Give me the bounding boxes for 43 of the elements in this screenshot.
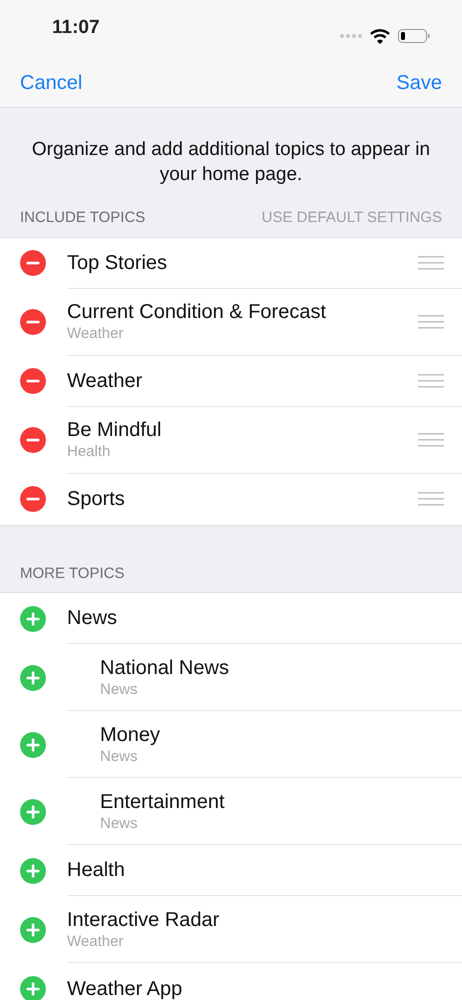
save-button[interactable]: Save [396, 68, 442, 98]
status-time: 11:07 [52, 16, 100, 40]
reorder-icon [418, 374, 444, 388]
topic-title: Current Condition & Forecast [67, 300, 328, 324]
remove-icon [20, 486, 46, 512]
battery-icon [398, 29, 430, 43]
add-icon [20, 732, 46, 758]
add-icon [20, 798, 46, 825]
signal-icon [340, 33, 362, 39]
intro-text: Organize and add additional topics to appear in your home page. [30, 138, 432, 187]
add-icon [20, 606, 46, 632]
remove-icon [20, 309, 46, 336]
topic-title: Entertainment [100, 790, 226, 814]
topic-title: Weather App [67, 976, 184, 1000]
topic-category: Health [67, 442, 112, 462]
topic-category: Weather [67, 324, 124, 344]
topic-title: Interactive Radar [67, 908, 220, 932]
section-header: INCLUDE TOPICS [20, 208, 146, 228]
topic-category: News [100, 746, 139, 766]
section-header: MORE TOPICS [20, 564, 124, 584]
add-icon [20, 664, 46, 691]
topic-title: News [67, 606, 118, 630]
topic-title: Top Stories [67, 250, 168, 275]
add-icon [20, 916, 46, 943]
topic-title: Sports [67, 487, 126, 512]
topic-title: Health [67, 858, 126, 882]
topic-title: National News [100, 656, 230, 680]
topic-category: Weather [67, 932, 124, 952]
remove-icon [20, 368, 46, 394]
add-icon [20, 858, 46, 884]
topic-category: News [100, 680, 139, 700]
topic-title: Money [100, 722, 162, 747]
wifi-icon [370, 28, 390, 44]
topic-title: Be Mindful [67, 418, 162, 442]
reorder-icon [418, 314, 444, 329]
remove-icon [20, 427, 46, 454]
reorder-icon [418, 256, 444, 270]
cancel-button[interactable]: Cancel [20, 68, 82, 98]
topic-title: Weather [67, 368, 144, 393]
topic-category: News [100, 814, 139, 834]
reorder-icon [418, 492, 444, 506]
reorder-icon [418, 432, 444, 447]
remove-icon [20, 250, 46, 276]
